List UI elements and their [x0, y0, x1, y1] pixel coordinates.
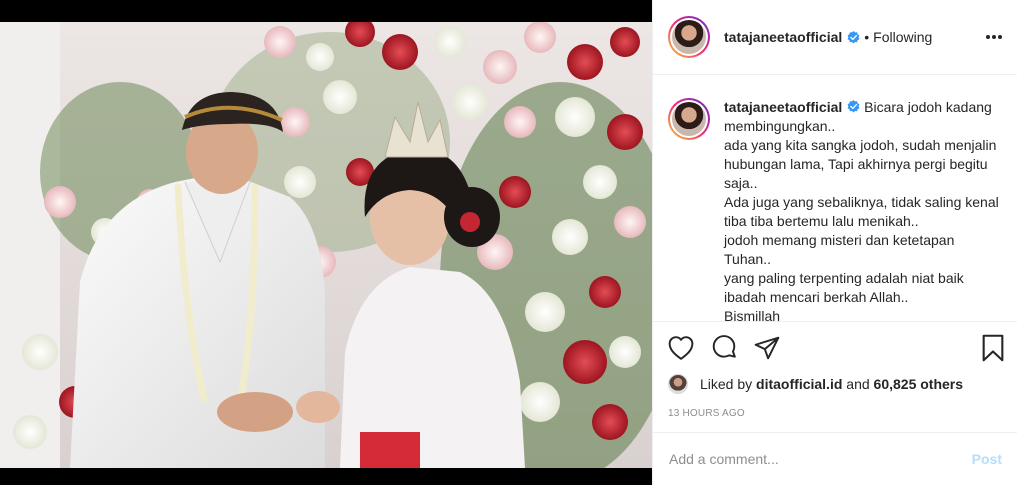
post-header: tatajaneetaofficial • Following — [653, 0, 1017, 75]
header-separator: • — [864, 29, 870, 45]
author-avatar[interactable] — [668, 16, 710, 58]
likes-prefix: Liked by — [700, 376, 753, 392]
bookmark-icon[interactable] — [978, 333, 1008, 363]
action-bar — [668, 333, 1008, 363]
caption-body: tatajaneetaofficial Bicara jodoh kadang … — [724, 98, 999, 322]
following-button[interactable]: Following — [873, 29, 932, 45]
liker-avatar[interactable] — [668, 374, 688, 394]
instagram-post-modal: tatajaneetaofficial • Following tatajane… — [0, 0, 1017, 485]
comment-bar: Post — [653, 432, 1017, 485]
comment-input[interactable] — [669, 451, 972, 467]
author-username[interactable]: tatajaneetaofficial — [724, 29, 842, 45]
post-media — [0, 0, 652, 485]
likes-summary: Liked by ditaofficial.id and 60,825 othe… — [668, 374, 963, 394]
caption-scroll-area[interactable]: tatajaneetaofficial Bicara jodoh kadang … — [653, 76, 1017, 322]
share-icon[interactable] — [752, 333, 782, 363]
more-options-icon[interactable] — [984, 27, 1004, 47]
caption: tatajaneetaofficial Bicara jodoh kadang … — [668, 98, 999, 322]
post-side-panel: tatajaneetaofficial • Following tatajane… — [652, 0, 1017, 485]
caption-avatar[interactable] — [668, 98, 710, 140]
comment-icon[interactable] — [709, 333, 739, 363]
caption-username[interactable]: tatajaneetaofficial — [724, 99, 842, 115]
post-photo[interactable] — [0, 22, 652, 468]
likes-conjunction: and — [846, 376, 870, 392]
post-comment-button[interactable]: Post — [972, 451, 1002, 467]
wedding-photo-image — [0, 22, 652, 468]
verified-badge-icon — [847, 100, 860, 113]
heart-icon[interactable] — [666, 333, 696, 363]
verified-badge-icon — [847, 30, 860, 43]
post-timestamp[interactable]: 13 HOURS AGO — [668, 408, 745, 419]
liker-username[interactable]: ditaofficial.id — [756, 376, 842, 392]
likes-others-link[interactable]: 60,825 others — [874, 376, 964, 392]
caption-text: Bicara jodoh kadang membingungkan.. ada … — [724, 99, 999, 322]
